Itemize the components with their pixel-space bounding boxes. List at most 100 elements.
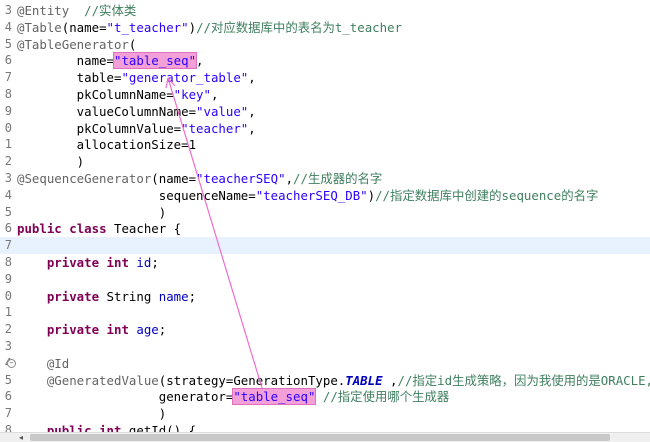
line-number: 7 — [4, 70, 12, 85]
code-token: sequenceName= — [17, 187, 256, 203]
code-line[interactable]: 7 ) — [0, 405, 650, 422]
code-line[interactable]: 9 — [0, 271, 650, 288]
code-line[interactable]: 4 sequenceName="teacherSEQ_DB")//指定数据库中创… — [0, 187, 650, 204]
code-token: ; — [151, 255, 159, 270]
code-token: , — [248, 70, 256, 86]
code-token: table= — [17, 70, 122, 86]
line-number: 9 — [4, 103, 12, 118]
line-number: 1 — [4, 137, 12, 152]
code-line[interactable]: 4 @Table(name="t_teacher")//对应数据库中的表名为t_t… — [0, 19, 650, 36]
annotation-token: @Table — [17, 19, 62, 35]
line-number: 8 — [4, 255, 12, 269]
code-editor[interactable]: 3 @Entity //实体类 4 @Table(name="t_teacher")/… — [0, 0, 650, 432]
code-text: @GeneratedValue(strategy=GenerationType.… — [17, 372, 650, 389]
code-token: ) — [188, 19, 197, 35]
code-text: @Id — [17, 355, 69, 372]
code-token: , — [196, 53, 204, 69]
line-number: 0 — [4, 288, 12, 303]
string-token: "teacher" — [181, 120, 249, 136]
code-text: private int age; — [17, 321, 166, 338]
line-number: 7 — [4, 406, 12, 421]
code-line[interactable]: 4− @Id — [0, 355, 650, 372]
code-token: ) — [17, 406, 167, 422]
comment-token: //指定使用哪个生成器 — [322, 389, 450, 405]
string-token: "t_teacher" — [106, 19, 189, 35]
keyword-token: int — [99, 423, 122, 432]
line-number: 2 — [4, 322, 12, 337]
code-line[interactable]: 3 @SequenceGenerator(name="teacherSEQ",//… — [0, 170, 650, 187]
horizontal-scrollbar[interactable]: ◂ — [0, 432, 650, 442]
code-token: ; — [188, 288, 197, 304]
code-token: ; — [158, 322, 167, 338]
code-token: name= — [17, 53, 114, 69]
keyword-token: private — [46, 322, 100, 338]
line-number: 5 — [4, 204, 12, 219]
code-text: ) — [17, 204, 166, 221]
code-line[interactable]: 0 private String name; — [0, 288, 650, 305]
annotation-token: @Id — [46, 355, 70, 371]
code-line[interactable]: 9 valueColumnName="value", — [0, 103, 650, 120]
string-token: "teacherSEQ_DB" — [255, 187, 368, 203]
comment-token: //指定数据库中创建的sequence的名字 — [375, 187, 599, 203]
static-field-token: TABLE — [345, 372, 383, 388]
line-number: 2 — [4, 154, 12, 169]
comment-token: //生成器的名字 — [293, 171, 383, 186]
line-number: 3 — [4, 339, 12, 353]
code-text: table="generator_table", — [17, 69, 256, 86]
code-token: (strategy=GenerationType. — [158, 372, 346, 388]
code-text: valueColumnName="value", — [17, 103, 256, 120]
line-number: 4 — [4, 19, 12, 34]
code-line[interactable]: 1 — [0, 304, 650, 321]
code-line[interactable]: 0 pkColumnValue="teacher", — [0, 120, 650, 137]
code-text: pkColumnName="key", — [17, 86, 219, 103]
code-token: getId() { — [121, 423, 197, 432]
code-line[interactable]: 2 private int age; — [0, 321, 650, 338]
scroll-left-arrow-icon[interactable]: ◂ — [16, 433, 26, 442]
code-line[interactable]: 7 table="generator_table", — [0, 69, 650, 86]
annotation-token: @TableGenerator — [17, 36, 129, 52]
code-token: , — [248, 120, 256, 136]
code-text: private int id; — [17, 254, 159, 271]
code-token: String — [99, 288, 159, 304]
code-line[interactable]: 5 @TableGenerator( — [0, 36, 650, 53]
code-line[interactable]: 6 public class Teacher { — [0, 220, 650, 237]
line-number: 3 — [4, 3, 12, 17]
annotation-token: @SequenceGenerator — [17, 171, 152, 186]
scrollbar-thumb[interactable] — [30, 434, 610, 441]
fold-collapse-icon[interactable]: − — [7, 358, 16, 368]
line-number: 8 — [4, 87, 12, 101]
code-line[interactable]: 2 ) — [0, 153, 650, 170]
code-text: private String name; — [17, 288, 196, 305]
code-line[interactable]: 5 ) — [0, 204, 650, 221]
code-token: ) — [17, 154, 85, 170]
code-line[interactable]: 1 allocationSize=1 — [0, 136, 650, 153]
code-line[interactable]: 7 — [0, 237, 650, 255]
code-text: @TableGenerator( — [17, 36, 136, 53]
code-token: , — [248, 103, 256, 119]
line-number: 8 — [4, 423, 12, 432]
string-token: "generator_table" — [121, 70, 249, 86]
code-text: public int getId() { — [17, 422, 196, 432]
code-line[interactable]: 8 pkColumnName="key", — [0, 86, 650, 103]
code-line[interactable]: 6 name="table_seq", — [0, 52, 650, 70]
code-line[interactable]: 5 @GeneratedValue(strategy=GenerationTyp… — [0, 372, 650, 389]
code-text: allocationSize=1 — [17, 136, 196, 153]
keyword-token: private — [46, 288, 100, 304]
code-line[interactable]: 8 public int getId() { — [0, 422, 650, 432]
code-line[interactable]: 6 generator="table_seq" //指定使用哪个生成器 — [0, 388, 650, 406]
highlighted-token: "table_seq" — [232, 388, 317, 406]
code-line[interactable]: 3 @Entity //实体类 — [0, 2, 650, 19]
code-text: ) — [17, 153, 84, 170]
code-token: generator= — [17, 389, 234, 405]
keyword-token: int — [106, 255, 129, 270]
code-token: pkColumnName= — [17, 87, 174, 102]
code-line[interactable]: 3 — [0, 338, 650, 355]
code-line[interactable]: 8 private int id; — [0, 254, 650, 271]
